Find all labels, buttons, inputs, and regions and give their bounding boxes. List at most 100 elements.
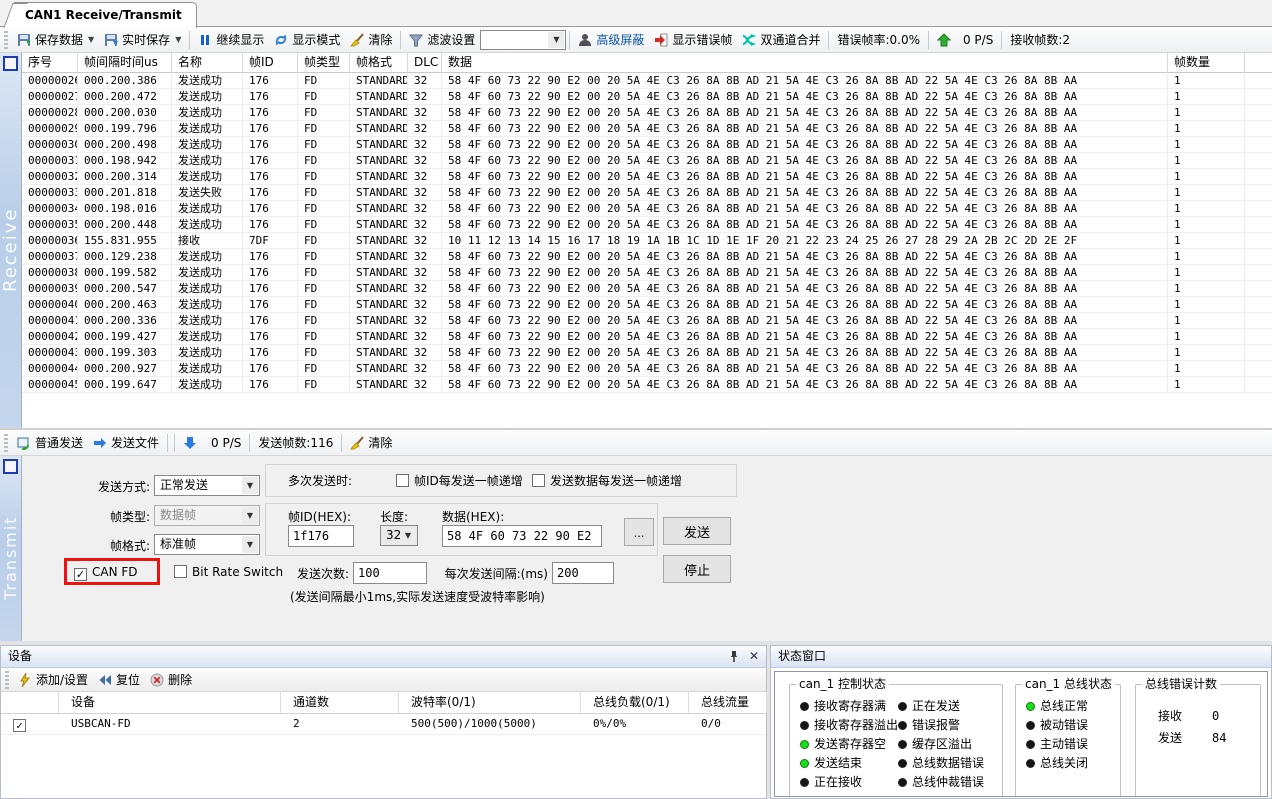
display-mode-button[interactable]: 显示模式 xyxy=(269,29,345,51)
pin-icon[interactable] xyxy=(726,649,742,665)
toolbar-grip[interactable] xyxy=(4,434,8,452)
column-header[interactable]: 数据 xyxy=(442,53,1168,73)
device-reset-button[interactable]: 复位 xyxy=(93,669,145,691)
table-row[interactable]: 00000026000.200.386发送成功176FDSTANDARD3258… xyxy=(22,73,1272,89)
chevron-down-icon[interactable]: ▼ xyxy=(242,536,258,553)
table-row[interactable]: 00000036155.831.955接收7DFFDSTANDARD3210 1… xyxy=(22,233,1272,249)
table-row[interactable]: 00000043000.199.303发送成功176FDSTANDARD3258… xyxy=(22,345,1272,361)
table-cell: 176 xyxy=(243,201,298,217)
column-header[interactable]: DLC xyxy=(408,53,442,73)
table-row[interactable]: 00000034000.198.016发送成功176FDSTANDARD3258… xyxy=(22,201,1272,217)
inc-frame-id-checkbox[interactable]: 帧ID每发送一帧递增 xyxy=(396,473,523,489)
table-row[interactable]: 00000042000.199.427发送成功176FDSTANDARD3258… xyxy=(22,329,1272,345)
save-data-caret-icon[interactable]: ▼ xyxy=(88,35,94,44)
table-row[interactable]: 00000044000.200.927发送成功176FDSTANDARD3258… xyxy=(22,361,1272,377)
device-delete-button[interactable]: 删除 xyxy=(145,669,197,691)
table-cell: 176 xyxy=(243,137,298,153)
table-cell: 58 4F 60 73 22 90 E2 00 20 5A 4E C3 26 8… xyxy=(442,153,1168,169)
error-tx-label: 发送 xyxy=(1158,729,1182,747)
receive-panel-toggle-button[interactable] xyxy=(3,56,18,71)
send-file-button[interactable]: 发送文件 xyxy=(88,432,164,454)
table-row[interactable]: 00000032000.200.314发送成功176FDSTANDARD3258… xyxy=(22,169,1272,185)
device-column-header[interactable]: 设备 xyxy=(59,692,281,713)
table-cell: 发送成功 xyxy=(172,361,243,377)
device-column-header[interactable] xyxy=(1,692,59,713)
device-panel-title: 设备 xyxy=(8,646,32,667)
send-mode-select[interactable]: 正常发送 ▼ xyxy=(154,475,260,496)
device-column-header[interactable]: 总线负载(0/1) xyxy=(581,692,689,713)
table-row[interactable]: 00000040000.200.463发送成功176FDSTANDARD3258… xyxy=(22,297,1272,313)
checkbox-icon[interactable] xyxy=(396,474,409,487)
dual-channel-merge-button[interactable]: 双通道合并 xyxy=(737,29,825,51)
checkbox-icon[interactable] xyxy=(532,474,545,487)
advanced-mask-label: 高级屏蔽 xyxy=(596,31,644,48)
table-row[interactable]: 00000029000.199.796发送成功176FDSTANDARD3258… xyxy=(22,121,1272,137)
device-column-header[interactable]: 总线流量(0/1) xyxy=(689,692,767,713)
device-table-row[interactable]: USBCAN-FD2500(500)/1000(5000)0%/0%0/0 xyxy=(1,714,766,735)
device-column-header[interactable]: 通道数 xyxy=(281,692,399,713)
bit-rate-switch-checkbox[interactable]: Bit Rate Switch xyxy=(174,564,283,580)
tab-can1-receive-transmit[interactable]: CAN1 Receive/Transmit xyxy=(14,2,197,28)
table-cell: 000.200.030 xyxy=(78,105,172,121)
frame-type-select[interactable]: 数据帧 ▼ xyxy=(154,505,260,526)
filter-settings-button[interactable]: 滤波设置 xyxy=(404,29,480,51)
column-header[interactable]: 帧格式 xyxy=(350,53,408,73)
transmit-panel-toggle-button[interactable] xyxy=(3,459,18,474)
send-times-input[interactable] xyxy=(353,562,427,584)
can-fd-checkbox[interactable]: CAN FD xyxy=(74,564,138,580)
show-error-frames-button[interactable]: 显示错误帧 xyxy=(649,29,737,51)
column-header[interactable]: 帧数量 xyxy=(1168,53,1245,73)
bus-error-count-group: 总线错误计数 接收 0 发送 84 xyxy=(1135,684,1261,797)
send-interval-input[interactable] xyxy=(552,562,614,584)
column-header[interactable]: 帧ID xyxy=(243,53,298,73)
realtime-save-caret-icon[interactable]: ▼ xyxy=(175,35,181,44)
normal-send-button[interactable]: 普通发送 xyxy=(12,432,88,454)
clear-button[interactable]: 清除 xyxy=(345,29,397,51)
realtime-save-button[interactable]: 实时保存 ▼ xyxy=(99,29,186,51)
chevron-down-icon[interactable]: ▼ xyxy=(400,527,416,544)
table-row[interactable]: 00000041000.200.336发送成功176FDSTANDARD3258… xyxy=(22,313,1272,329)
device-cell-load: 0%/0% xyxy=(581,714,689,734)
transmit-clear-button[interactable]: 清除 xyxy=(345,432,397,454)
length-select[interactable]: 32 ▼ xyxy=(380,525,418,546)
table-row[interactable]: 00000035000.200.448发送成功176FDSTANDARD3258… xyxy=(22,217,1272,233)
checkbox-icon[interactable] xyxy=(174,565,187,578)
table-cell: 58 4F 60 73 22 90 E2 00 20 5A 4E C3 26 8… xyxy=(442,345,1168,361)
frame-format-select[interactable]: 标准帧 ▼ xyxy=(154,534,260,555)
chevron-down-icon[interactable]: ▼ xyxy=(548,32,564,48)
toolbar-grip[interactable] xyxy=(5,671,9,689)
continue-display-button[interactable]: 继续显示 xyxy=(193,29,269,51)
column-header[interactable]: 名称 xyxy=(172,53,243,73)
table-row[interactable]: 00000033000.201.818发送失败176FDSTANDARD3258… xyxy=(22,185,1272,201)
checkbox-checked-icon[interactable] xyxy=(74,568,87,581)
table-row[interactable]: 00000030000.200.498发送成功176FDSTANDARD3258… xyxy=(22,137,1272,153)
table-row[interactable]: 00000039000.200.547发送成功176FDSTANDARD3258… xyxy=(22,281,1272,297)
table-cell: 1 xyxy=(1168,265,1245,281)
stop-button[interactable]: 停止 xyxy=(663,555,731,583)
data-hex-input[interactable] xyxy=(442,525,602,547)
device-add-button[interactable]: 添加/设置 xyxy=(13,669,93,691)
table-row[interactable]: 00000037000.129.238发送成功176FDSTANDARD3258… xyxy=(22,249,1272,265)
inc-data-checkbox[interactable]: 发送数据每发送一帧递增 xyxy=(532,473,682,489)
column-header[interactable]: 序号 xyxy=(22,53,78,73)
separator xyxy=(174,434,175,452)
table-row[interactable]: 00000031000.198.942发送成功176FDSTANDARD3258… xyxy=(22,153,1272,169)
table-cell: 发送成功 xyxy=(172,265,243,281)
chevron-down-icon[interactable]: ▼ xyxy=(242,477,258,494)
advanced-mask-button[interactable]: 高级屏蔽 xyxy=(573,29,649,51)
filter-select[interactable]: ▼ xyxy=(480,30,566,50)
device-column-header[interactable]: 波特率(0/1) xyxy=(399,692,581,713)
column-header[interactable]: 帧间隔时间us xyxy=(78,53,172,73)
table-row[interactable]: 00000038000.199.582发送成功176FDSTANDARD3258… xyxy=(22,265,1272,281)
toolbar-grip[interactable] xyxy=(4,31,8,49)
close-icon[interactable]: ✕ xyxy=(746,649,762,665)
column-header[interactable]: 帧类型 xyxy=(298,53,350,73)
device-checkbox[interactable] xyxy=(13,719,26,732)
send-button[interactable]: 发送 xyxy=(663,517,731,545)
table-row[interactable]: 00000045000.199.647发送成功176FDSTANDARD3258… xyxy=(22,377,1272,393)
save-data-button[interactable]: 保存数据 ▼ xyxy=(12,29,99,51)
more-data-button[interactable]: ... xyxy=(624,518,654,546)
table-row[interactable]: 00000028000.200.030发送成功176FDSTANDARD3258… xyxy=(22,105,1272,121)
frame-id-input[interactable] xyxy=(288,525,354,547)
table-row[interactable]: 00000027000.200.472发送成功176FDSTANDARD3258… xyxy=(22,89,1272,105)
